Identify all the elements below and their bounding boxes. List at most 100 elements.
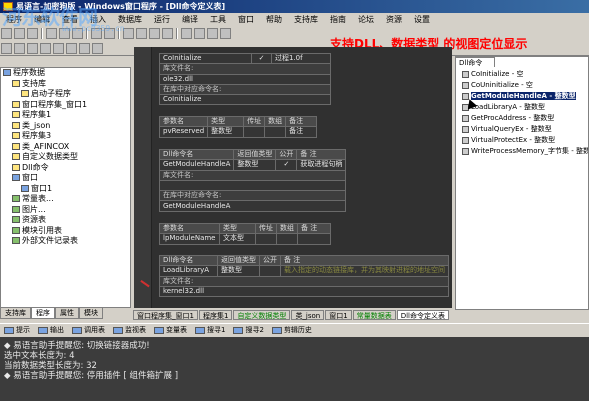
lib-file-value[interactable] [158, 179, 347, 192]
tree-item[interactable]: 程序数据 [1, 68, 130, 79]
dll-command-list-panel[interactable]: CoInitialize - 空 CoUninitialize - 空 GetMod… [455, 56, 589, 310]
tree-item[interactable]: 程序集3 [1, 131, 130, 142]
align-left-icon[interactable] [1, 43, 12, 54]
lib-file-value[interactable]: kernel32.dll [159, 285, 449, 298]
return-type-cell[interactable]: 整数型 [233, 159, 277, 171]
param-remark-cell[interactable] [297, 233, 331, 245]
dll-command-item[interactable]: WriteProcessMemory_字节集 - 整数型 [456, 146, 588, 157]
new-icon[interactable] [1, 28, 12, 39]
public-check-cell[interactable] [259, 265, 281, 277]
menu-tools[interactable]: 工具 [204, 13, 232, 26]
tab-support-lib[interactable]: 支持库 [0, 308, 31, 319]
editor-tab[interactable]: 常量数据表 [352, 310, 396, 320]
editor-tab[interactable]: 类_json [291, 310, 325, 320]
dll-command-item[interactable]: GetModuleHandleA - 整数型 [456, 91, 588, 102]
dll-row[interactable]: LoadLibraryA 整数型 载入指定的动态链接库，并为其映射进程的地址空间 [159, 265, 449, 277]
menu-window[interactable]: 窗口 [232, 13, 260, 26]
tree-item[interactable]: Dll命令 [1, 163, 130, 174]
program-tree-panel[interactable]: 程序数据 支持库 启动子程序 窗口程序集_窗口1 程序集1 类_json 程序集3 类_AFI… [0, 67, 131, 308]
replace-icon[interactable] [136, 28, 147, 39]
dll-row[interactable]: CoInitialize ✓ 过程1.0f [159, 52, 331, 65]
editor-tab[interactable]: 程序集1 [198, 310, 233, 320]
param-name-cell[interactable]: lpModuleName [159, 233, 220, 245]
param-byref-cell[interactable] [255, 233, 277, 245]
param-type-cell[interactable]: 整数型 [207, 126, 245, 138]
dll-name-cell[interactable]: CoInitialize [159, 52, 252, 65]
dll-command-item[interactable]: VirtualQueryEx - 整数型 [456, 124, 588, 135]
tree-item[interactable]: 常量表... [1, 194, 130, 205]
tree-item[interactable]: 自定义数据类型 [1, 152, 130, 163]
output-panel[interactable]: ◆ 易语言助手提醒您: 切换链接器成功! 选中文本长度为: 4 当前数据类型长度… [0, 337, 589, 401]
output-tab[interactable]: 提示 [0, 324, 34, 336]
dll-command-item[interactable]: CoUninitialize - 空 [456, 80, 588, 91]
menu-guide[interactable]: 指南 [324, 13, 352, 26]
tree-item[interactable]: 支持库 [1, 79, 130, 90]
cmd-name-value[interactable]: GetModuleHandleA [158, 200, 347, 212]
editor-tab[interactable]: 自定义数据类型 [233, 310, 291, 320]
menu-support-lib[interactable]: 支持库 [288, 13, 324, 26]
dll-row[interactable]: GetModuleHandleA 整数型 ✓ 获取进程句柄 [158, 159, 347, 171]
output-tab[interactable]: 监视表 [109, 324, 150, 336]
cmd-name-value[interactable]: CoInitialize [159, 94, 331, 106]
menu-run[interactable]: 运行 [148, 13, 176, 26]
tree-item[interactable]: 类_AFINCOX [1, 142, 130, 153]
editor-tab[interactable]: Dll命令定义表 [396, 310, 449, 320]
dll-name-cell[interactable]: GetModuleHandleA [158, 159, 235, 171]
lib-file-value-row[interactable] [158, 179, 347, 192]
debug-icon[interactable] [194, 28, 205, 39]
param-remark-cell[interactable]: 备注 [285, 126, 317, 138]
editor-tab[interactable]: 窗口程序集_窗口1 [133, 310, 198, 320]
align-bottom-icon[interactable] [53, 43, 64, 54]
return-type-cell[interactable]: 整数型 [217, 265, 260, 277]
menu-help[interactable]: 帮助 [260, 13, 288, 26]
cmd-name-value-row[interactable]: GetModuleHandleA [158, 200, 347, 212]
output-tab[interactable]: 搜寻1 [191, 324, 229, 336]
stop-icon[interactable] [162, 28, 173, 39]
tree-item[interactable]: 窗口1 [1, 184, 130, 195]
editor-tab[interactable]: 窗口1 [325, 310, 352, 320]
output-tab[interactable]: 调用表 [68, 324, 109, 336]
align-top-icon[interactable] [40, 43, 51, 54]
dll-command-editor[interactable]: CoInitialize ✓ 过程1.0f 库文件名: ole32.dll 在库… [134, 47, 452, 308]
align-center-icon[interactable] [14, 43, 25, 54]
tab-properties[interactable]: 属性 [55, 308, 79, 319]
same-width-icon[interactable] [66, 43, 77, 54]
param-byref-cell[interactable] [243, 126, 266, 138]
tree-item[interactable]: 窗口程序集_窗口1 [1, 100, 130, 111]
cut-icon[interactable] [46, 28, 57, 39]
menu-settings[interactable]: 设置 [408, 13, 436, 26]
dll-command-item[interactable]: GetProcAddress - 整数型 [456, 113, 588, 124]
tree-item[interactable]: 类_json [1, 121, 130, 132]
tree-item[interactable]: 外部文件记录表 [1, 236, 130, 247]
menu-edit[interactable]: 编辑 [28, 13, 56, 26]
tab-modules[interactable]: 模块 [79, 308, 103, 319]
param-row[interactable]: pvReserved 整数型 备注 [158, 126, 317, 138]
cmd-name-value-row[interactable]: CoInitialize [159, 94, 331, 106]
tree-item[interactable]: 资源表 [1, 215, 130, 226]
lib-file-value-row[interactable]: ole32.dll [159, 73, 331, 85]
align-right-icon[interactable] [27, 43, 38, 54]
public-check-cell[interactable]: ✓ [275, 159, 298, 171]
run-icon[interactable] [149, 28, 160, 39]
same-height-icon[interactable] [79, 43, 90, 54]
tab-program[interactable]: 程序 [31, 308, 55, 319]
menu-program[interactable]: 程序 [0, 13, 28, 26]
lib-file-value-row[interactable]: kernel32.dll [159, 285, 449, 298]
param-name-cell[interactable]: pvReserved [158, 126, 209, 138]
grid-icon[interactable] [92, 43, 103, 54]
output-tab[interactable]: 输出 [34, 324, 68, 336]
tab-dll-commands[interactable]: Dll命令 [455, 57, 495, 67]
tree-item[interactable]: 窗口 [1, 173, 130, 184]
tree-item[interactable]: 程序集1 [1, 110, 130, 121]
output-tab[interactable]: 剪辑历史 [268, 324, 316, 336]
dll-remark-cell[interactable]: 过程1.0f [271, 52, 331, 65]
compile-icon[interactable] [181, 28, 192, 39]
menu-resources[interactable]: 资源 [380, 13, 408, 26]
menu-compile[interactable]: 编译 [176, 13, 204, 26]
dll-remark-cell[interactable]: 获取进程句柄 [296, 159, 347, 171]
dll-name-cell[interactable]: LoadLibraryA [159, 265, 218, 277]
public-check-cell[interactable]: ✓ [251, 52, 272, 65]
tree-item[interactable]: 模块引用表 [1, 226, 130, 237]
param-array-cell[interactable] [264, 126, 287, 138]
dll-command-item[interactable]: CoInitialize - 空 [456, 69, 588, 80]
